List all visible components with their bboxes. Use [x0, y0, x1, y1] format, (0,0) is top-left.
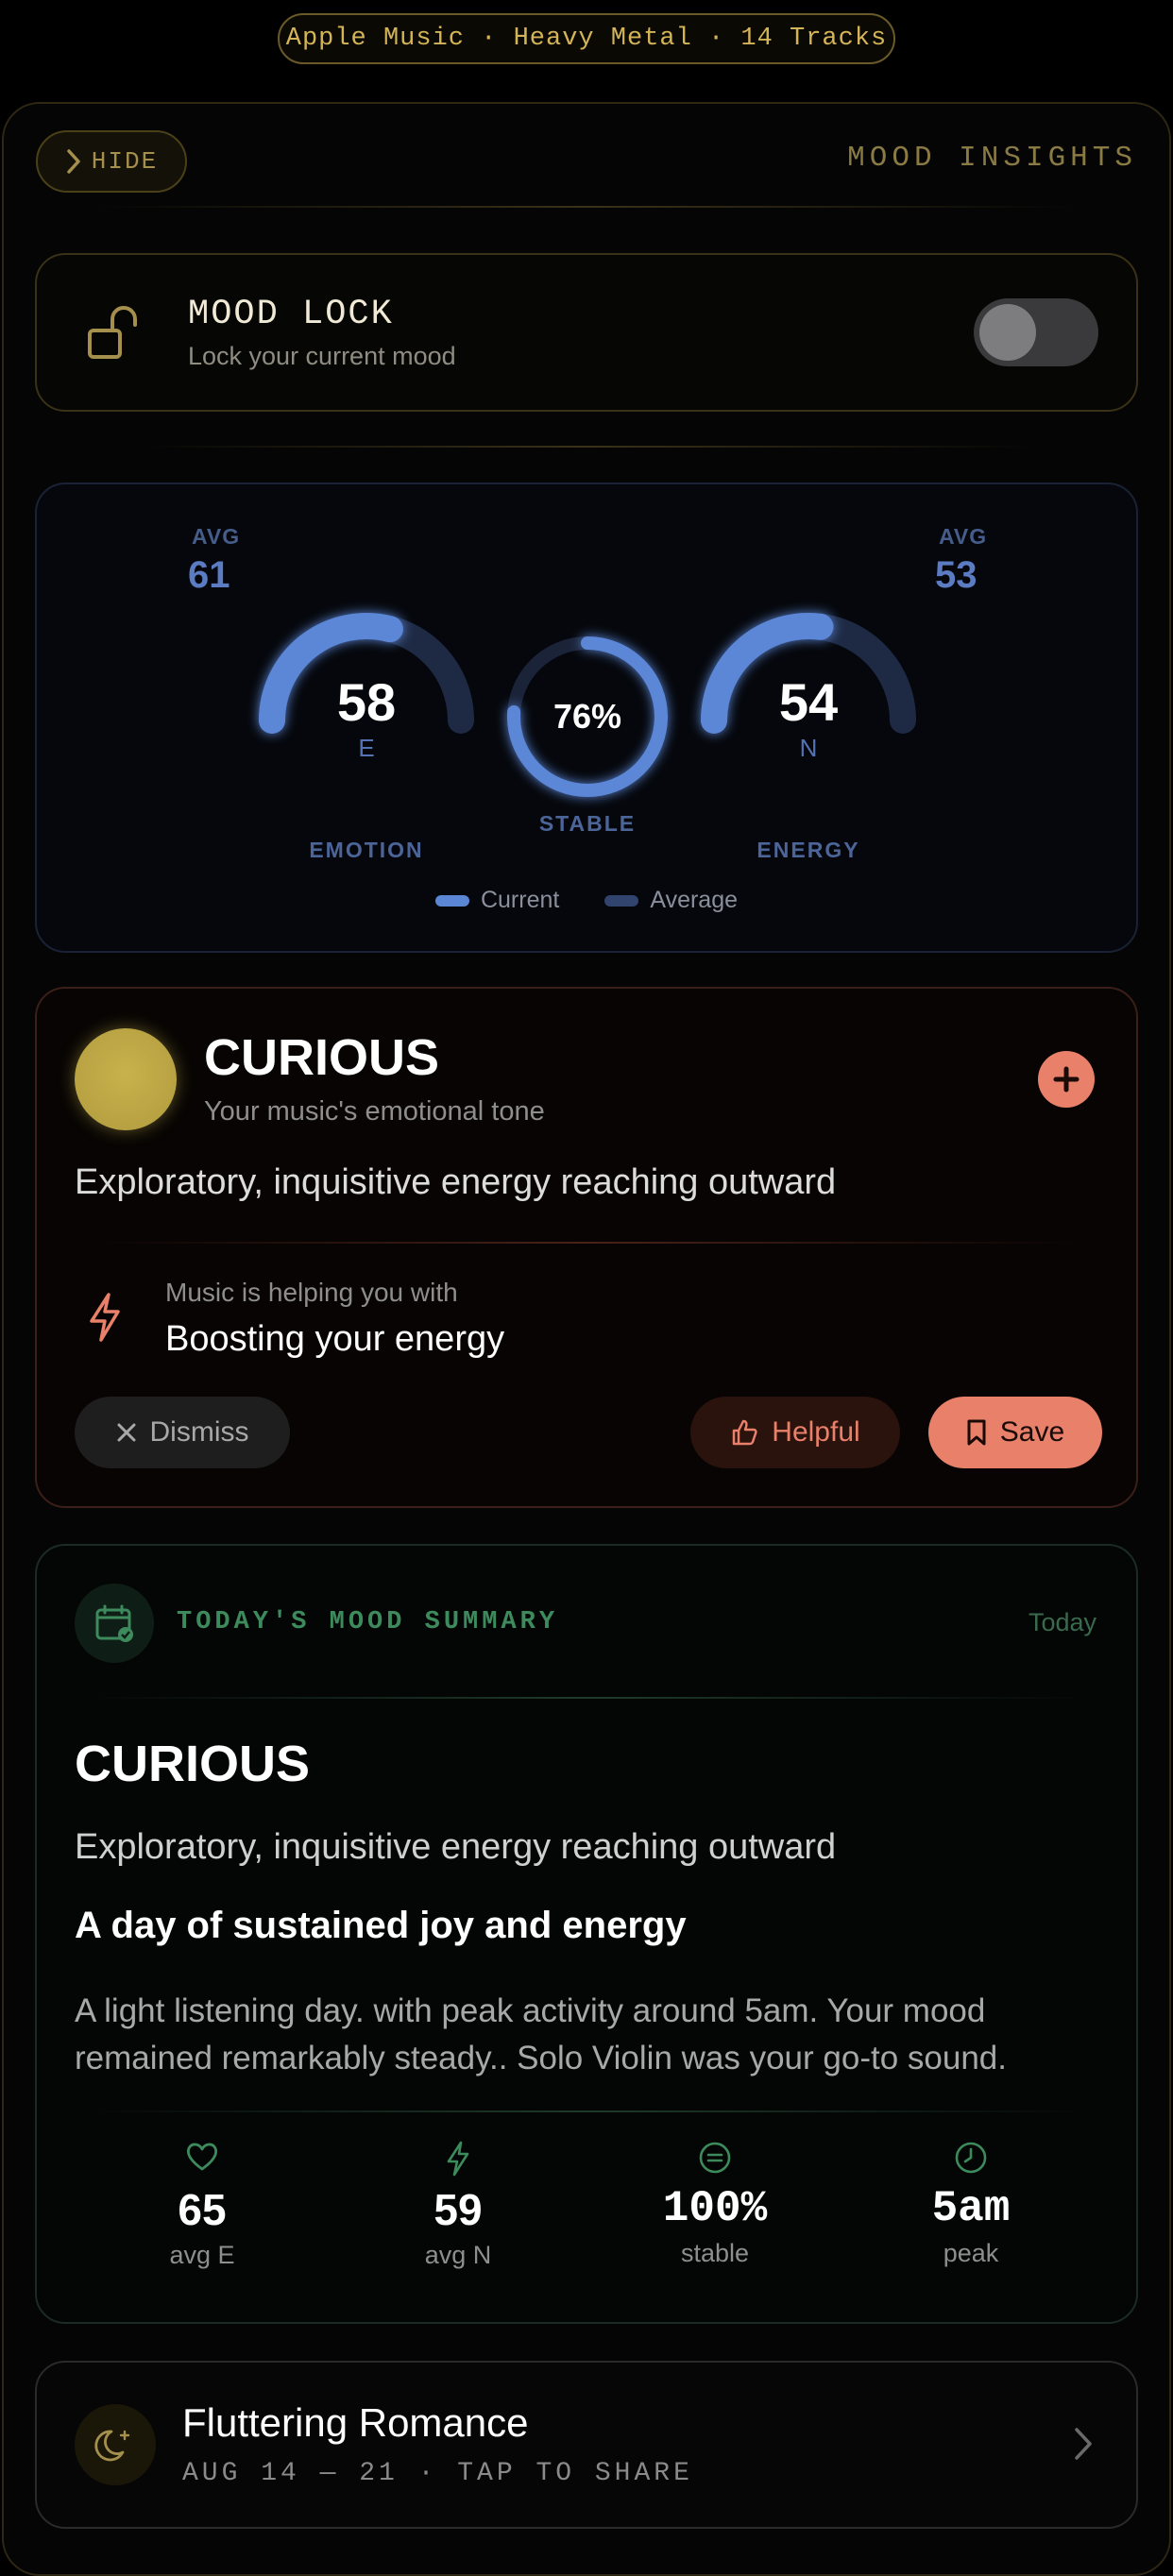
stat-avg-energy: 59 avg N — [364, 2141, 552, 2270]
bolt-icon — [447, 2141, 469, 2177]
emotion-name: EMOTION — [309, 838, 424, 862]
helping-value: Boosting your energy — [165, 1319, 505, 1359]
add-button[interactable] — [1038, 1051, 1095, 1108]
energy-name: ENERGY — [756, 838, 860, 862]
hide-label: HIDE — [91, 147, 159, 176]
legend-average-swatch — [604, 894, 639, 907]
legend-current-swatch — [434, 894, 469, 907]
stat-stability: 100% stable — [620, 2141, 809, 2268]
stat-peak: 5am peak — [876, 2141, 1065, 2268]
chevron-right-icon — [67, 149, 80, 174]
thumbs-up-icon — [733, 1419, 757, 1446]
divider — [94, 1242, 1083, 1244]
chevron-right-icon — [1075, 2428, 1092, 2460]
save-label: Save — [999, 1416, 1065, 1448]
romance-card[interactable]: Fluttering Romance AUG 14 — 21 · TAP TO … — [35, 2361, 1138, 2529]
helpful-button[interactable]: Helpful — [690, 1397, 900, 1468]
gauge-legend: Current Average — [37, 887, 1136, 914]
clock-icon — [955, 2142, 987, 2174]
calendar-icon — [95, 1604, 133, 1642]
unlock-icon — [88, 306, 137, 359]
toggle-knob — [979, 304, 1036, 361]
mood-color-orb — [75, 1028, 177, 1130]
hide-button[interactable]: HIDE — [36, 130, 187, 193]
mood-summary-card: TODAY'S MOOD SUMMARY Today CURIOUS Explo… — [35, 1544, 1138, 2324]
mood-lock-title: MOOD LOCK — [188, 295, 394, 334]
calendar-badge — [75, 1584, 154, 1663]
stat-label: avg N — [424, 2241, 492, 2269]
bolt-icon — [90, 1293, 120, 1342]
mood-description: Exploratory, inquisitive energy reaching… — [75, 1162, 837, 1202]
divider — [94, 1697, 1083, 1699]
divider — [94, 2110, 1083, 2112]
heart-icon — [186, 2143, 218, 2171]
summary-title: CURIOUS — [75, 1736, 311, 1792]
summary-paragraph: A light listening day. with peak activit… — [75, 1992, 1007, 2076]
legend-average: Average — [604, 887, 738, 914]
stat-label: avg E — [169, 2241, 235, 2269]
stat-value: 59 — [434, 2185, 483, 2234]
save-button[interactable]: Save — [928, 1397, 1102, 1468]
summary-date: Today — [1028, 1608, 1096, 1636]
energy-letter: N — [799, 734, 818, 762]
plus-icon — [1053, 1066, 1080, 1093]
close-icon — [117, 1423, 135, 1442]
mood-lock-card: MOOD LOCK Lock your current mood — [35, 253, 1138, 412]
moon-icon — [94, 2430, 130, 2462]
dismiss-button[interactable]: Dismiss — [75, 1397, 290, 1468]
stat-value: 65 — [178, 2185, 227, 2234]
divider — [94, 206, 1079, 208]
mood-lock-subtitle: Lock your current mood — [188, 342, 456, 370]
emotion-letter: E — [358, 734, 375, 762]
bookmark-icon — [967, 1419, 986, 1446]
divider — [142, 446, 1031, 448]
romance-subtitle: AUG 14 — 21 · TAP TO SHARE — [182, 2459, 693, 2488]
energy-value: 54 — [778, 672, 839, 732]
mood-lock-toggle[interactable] — [974, 298, 1098, 366]
stat-value: 100% — [662, 2184, 768, 2233]
mood-card: CURIOUS Your music's emotional tone Expl… — [35, 987, 1138, 1508]
legend-current: Current — [434, 887, 560, 914]
panel-title: MOOD INSIGHTS — [847, 142, 1137, 175]
emotion-value: 58 — [336, 672, 397, 732]
equals-icon — [699, 2142, 731, 2174]
source-pill: Apple Music · Heavy Metal · 14 Tracks — [278, 13, 895, 64]
summary-description: Exploratory, inquisitive energy reaching… — [75, 1827, 837, 1867]
romance-title: Fluttering Romance — [182, 2400, 529, 2445]
helpful-label: Helpful — [772, 1416, 860, 1448]
stat-value: 5am — [931, 2184, 1011, 2233]
legend-current-label: Current — [480, 887, 560, 913]
dismiss-label: Dismiss — [149, 1416, 249, 1448]
moon-badge — [75, 2404, 156, 2485]
helping-label: Music is helping you with — [165, 1278, 458, 1307]
legend-average-label: Average — [650, 887, 739, 913]
mood-gauges-card: AVG 61 AVG 53 58 E EMOTION 76% STABLE 54… — [35, 483, 1138, 953]
mood-title: CURIOUS — [204, 1029, 440, 1086]
mood-subtitle: Your music's emotional tone — [204, 1096, 545, 1127]
summary-headline: A day of sustained joy and energy — [75, 1905, 687, 1946]
stat-avg-emotion: 65 avg E — [108, 2141, 297, 2270]
stat-label: peak — [943, 2239, 999, 2267]
stat-label: stable — [680, 2239, 750, 2267]
stability-name: STABLE — [538, 811, 637, 836]
stability-value: 76% — [552, 697, 622, 736]
summary-heading: TODAY'S MOOD SUMMARY — [177, 1608, 559, 1636]
